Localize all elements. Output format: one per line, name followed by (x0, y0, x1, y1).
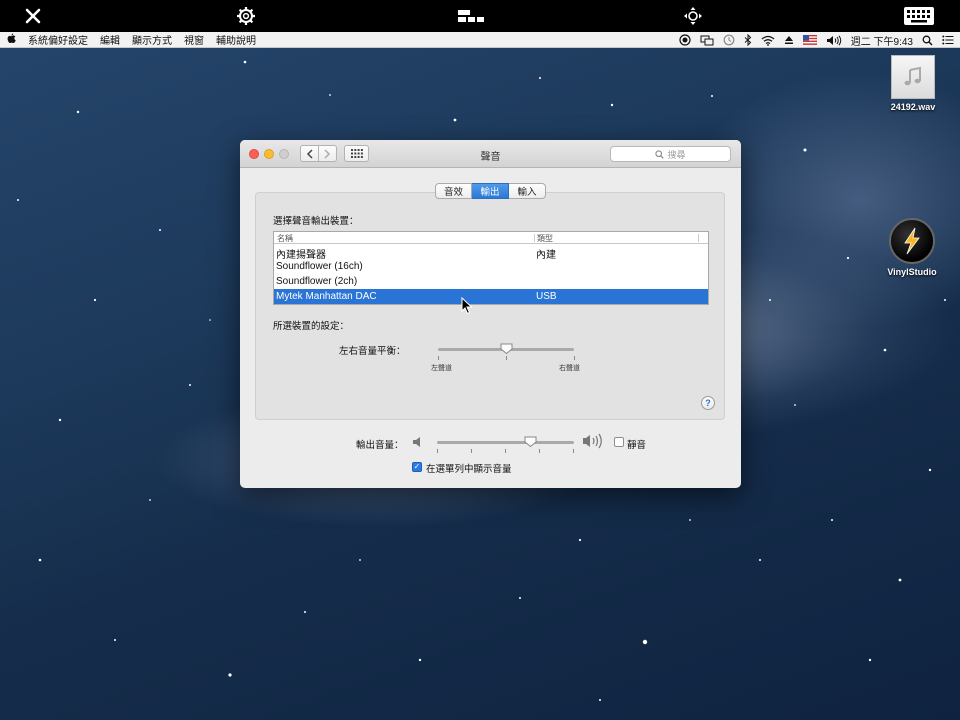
move-icon[interactable] (679, 3, 707, 29)
show-volume-in-menubar-label: 在選單列中顯示音量 (426, 464, 512, 475)
menu-view[interactable]: 顯示方式 (126, 32, 178, 47)
volume-tick (539, 449, 540, 453)
volume-tick (437, 449, 438, 453)
gear-icon[interactable] (232, 3, 260, 29)
mute-label: 靜音 (627, 440, 647, 451)
table-header: 名稱 類型 (274, 232, 708, 244)
volume-tick (471, 449, 472, 453)
eject-icon[interactable] (784, 35, 794, 45)
balance-tick (574, 356, 575, 360)
window-titlebar[interactable]: 聲音 搜尋 (240, 140, 741, 168)
output-panel: 選擇聲音輸出裝置： 名稱 類型 內建揚聲器 內建 Soundflower (16… (255, 192, 725, 420)
us-flag-input-icon[interactable] (802, 35, 817, 45)
column-divider (698, 234, 699, 242)
chevron-right-icon (324, 148, 331, 159)
vinylstudio-app-icon (889, 218, 935, 264)
search-field[interactable]: 搜尋 (610, 146, 731, 162)
show-all-button[interactable] (344, 145, 369, 162)
table-row[interactable]: Soundflower (16ch) (274, 259, 708, 274)
notification-center-icon[interactable] (942, 35, 954, 45)
desktop-app-label: VinylStudio (887, 267, 937, 277)
table-row-selected[interactable]: Mytek Manhattan DAC USB (274, 289, 708, 304)
menu-edit[interactable]: 編輯 (94, 32, 126, 47)
desktop-app-vinylstudio[interactable]: VinylStudio (877, 218, 947, 277)
tab-input[interactable]: 輸入 (509, 183, 546, 199)
back-button[interactable] (300, 145, 319, 162)
table-row[interactable]: Soundflower (2ch) (274, 274, 708, 289)
mute-checkbox[interactable] (614, 437, 624, 447)
chevron-left-icon (306, 148, 313, 159)
desktop-file-label: 24192.wav (890, 102, 936, 112)
keyboard-icon[interactable] (902, 3, 936, 29)
output-volume-slider-track[interactable] (437, 441, 574, 444)
device-name: Soundflower (16ch) (276, 261, 363, 272)
volume-low-icon (413, 437, 420, 447)
wifi-icon[interactable] (761, 35, 775, 46)
volume-high-icon (583, 433, 602, 449)
balance-tick (506, 356, 507, 360)
output-device-table: 名稱 類型 內建揚聲器 內建 Soundflower (16ch) Soundf… (273, 231, 709, 305)
menu-system-preferences[interactable]: 系統偏好設定 (22, 32, 94, 47)
show-volume-in-menubar-checkbox[interactable]: ✓ (412, 462, 422, 472)
output-volume-slider-thumb[interactable] (524, 436, 537, 447)
search-placeholder: 搜尋 (667, 149, 686, 160)
balance-right-label: 右聲道 (559, 365, 580, 372)
column-divider (534, 234, 535, 242)
menu-bar: 系統偏好設定 編輯 顯示方式 視窗 輔助說明 週二 下午9:43 (0, 32, 960, 48)
time-machine-icon[interactable] (723, 34, 735, 46)
device-name: Mytek Manhattan DAC (276, 291, 377, 302)
bluetooth-icon[interactable] (744, 34, 752, 46)
device-type: USB (536, 291, 557, 302)
spotlight-search-icon[interactable] (922, 35, 933, 46)
tab-sound-effects[interactable]: 音效 (435, 183, 472, 199)
volume-tick (505, 449, 506, 453)
table-row[interactable]: 內建揚聲器 內建 (274, 244, 708, 261)
close-icon[interactable] (19, 3, 47, 29)
tab-bar: 音效 輸出 輸入 (435, 183, 546, 199)
column-header-type[interactable]: 類型 (537, 233, 553, 244)
display-mirror-icon[interactable] (700, 35, 714, 46)
menu-help[interactable]: 輔助說明 (210, 32, 262, 47)
close-window-button[interactable] (249, 149, 259, 159)
menu-window[interactable]: 視窗 (178, 32, 210, 47)
balance-tick (438, 356, 439, 360)
forward-button[interactable] (318, 145, 337, 162)
device-settings-heading: 所選裝置的設定： (273, 321, 350, 332)
volume-menu-icon[interactable] (826, 35, 842, 46)
display-layout-icon[interactable] (456, 3, 486, 29)
output-volume-label: 輸出音量： (356, 440, 404, 451)
record-status-icon[interactable] (679, 34, 691, 46)
volume-tick (573, 449, 574, 453)
sound-preferences-window: 聲音 搜尋 音效 輸出 輸入 選擇聲音輸出裝置： 名稱 類型 內建揚聲器 內建 … (240, 140, 741, 488)
tab-output[interactable]: 輸出 (472, 183, 509, 199)
output-device-heading: 選擇聲音輸出裝置： (273, 216, 359, 227)
column-header-name[interactable]: 名稱 (277, 233, 293, 244)
balance-label: 左右音量平衡： (339, 346, 406, 357)
desktop-file-24192-wav[interactable]: 24192.wav (878, 55, 948, 112)
menubar-clock[interactable]: 週二 下午9:43 (851, 33, 913, 48)
minimize-window-button[interactable] (264, 149, 274, 159)
balance-slider-thumb[interactable] (500, 343, 513, 354)
search-icon (655, 149, 665, 159)
music-file-icon (891, 55, 935, 99)
status-area: 週二 下午9:43 (679, 32, 954, 48)
mouse-cursor-icon (461, 297, 473, 315)
zoom-window-button[interactable] (279, 149, 289, 159)
remote-toolbar (0, 0, 960, 32)
apple-menu-icon[interactable] (0, 33, 22, 47)
balance-left-label: 左聲道 (431, 365, 452, 372)
grid-icon (350, 149, 363, 158)
help-button[interactable]: ? (701, 396, 715, 410)
device-name: Soundflower (2ch) (276, 276, 358, 287)
